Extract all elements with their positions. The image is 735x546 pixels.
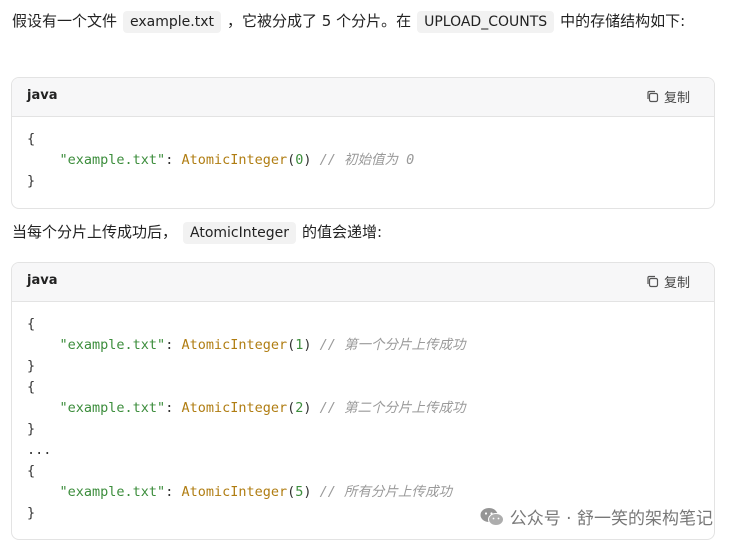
code-line: } [27, 419, 714, 440]
code-brace: } [27, 358, 36, 374]
code-line: "example.txt": AtomicInteger(2) // 第二个分片… [27, 398, 714, 419]
intro-text-after: 中的存储结构如下: [560, 12, 686, 30]
inline-code-map-name: UPLOAD_COUNTS [417, 11, 555, 33]
code-line: "example.txt": AtomicInteger(5) // 所有分片上… [27, 482, 714, 503]
code-colon: : [165, 337, 182, 353]
code-brace: } [27, 421, 36, 437]
code-brace: ... [27, 442, 52, 458]
code-brace: } [27, 173, 36, 189]
code-line: "example.txt": AtomicInteger(1) // 第一个分片… [27, 335, 714, 356]
intro-text-before: 假设有一个文件 [12, 12, 118, 30]
code-paren: ) [303, 400, 312, 416]
watermark-text: 公众号 · 舒一笑的架构笔记 [509, 509, 713, 529]
code-colon: : [165, 484, 182, 500]
code-line: { [27, 461, 714, 482]
copy-button[interactable]: 复制 [646, 87, 690, 106]
code-line: { [27, 377, 714, 398]
code-paren: ) [303, 152, 312, 168]
inline-code-class-name: AtomicInteger [183, 222, 296, 244]
intro-text-mid: ，它被分成了 5 个分片。在 [227, 12, 412, 30]
code-line: { [27, 129, 714, 150]
code-line: { [27, 314, 714, 335]
code-comment: // 所有分片上传成功 [311, 484, 453, 500]
code-line: } [27, 356, 714, 377]
code-string: "example.txt" [59, 152, 166, 168]
middle-text-after: 的值会递增: [302, 223, 383, 241]
code-paren: ) [303, 337, 312, 353]
middle-text-before: 当每个分片上传成功后， [12, 223, 178, 241]
wechat-icon [480, 507, 504, 527]
code-line: } [27, 171, 714, 192]
code-line: ... [27, 440, 714, 461]
intro-paragraph: 假设有一个文件 example.txt ，它被分成了 5 个分片。在 UPLOAD_C… [12, 9, 717, 34]
code-class: AtomicInteger [181, 400, 288, 416]
middle-paragraph: 当每个分片上传成功后， AtomicInteger 的值会递增: [12, 220, 717, 245]
code-brace: { [27, 131, 36, 147]
code-paren: ) [303, 484, 312, 500]
copy-button-label: 复制 [663, 91, 690, 106]
watermark: 公众号 · 舒一笑的架构笔记 [480, 504, 713, 529]
code-comment: // 第一个分片上传成功 [311, 337, 466, 353]
inline-code-file-name: example.txt [123, 11, 221, 33]
code-body: { "example.txt": AtomicInteger(1) // 第一个… [12, 302, 714, 524]
copy-button[interactable]: 复制 [646, 272, 690, 291]
code-block-increment: java 复制 { "example.txt": AtomicInteger(1… [11, 262, 715, 540]
code-brace: { [27, 379, 36, 395]
code-language-label: java [27, 88, 58, 103]
code-class: AtomicInteger [181, 337, 288, 353]
code-body: { "example.txt": AtomicInteger(0) // 初始值… [12, 117, 714, 192]
code-class: AtomicInteger [181, 152, 288, 168]
code-block-initial: java 复制 { "example.txt": AtomicInteger(0… [11, 77, 715, 209]
code-colon: : [165, 400, 182, 416]
code-string: "example.txt" [59, 484, 166, 500]
code-header: java 复制 [12, 263, 714, 302]
code-colon: : [165, 152, 182, 168]
code-comment: // 初始值为 0 [311, 152, 415, 168]
copy-button-label: 复制 [663, 276, 690, 291]
code-comment: // 第二个分片上传成功 [311, 400, 466, 416]
page: 假设有一个文件 example.txt ，它被分成了 5 个分片。在 UPLOAD_C… [0, 0, 735, 546]
code-line: "example.txt": AtomicInteger(0) // 初始值为 … [27, 150, 714, 171]
code-brace: { [27, 316, 36, 332]
code-string: "example.txt" [59, 400, 166, 416]
code-brace: } [27, 505, 36, 521]
code-string: "example.txt" [59, 337, 166, 353]
copy-icon [646, 90, 659, 103]
code-header: java 复制 [12, 78, 714, 117]
code-brace: { [27, 463, 36, 479]
code-language-label: java [27, 273, 58, 288]
copy-icon [646, 275, 659, 288]
code-class: AtomicInteger [181, 484, 288, 500]
